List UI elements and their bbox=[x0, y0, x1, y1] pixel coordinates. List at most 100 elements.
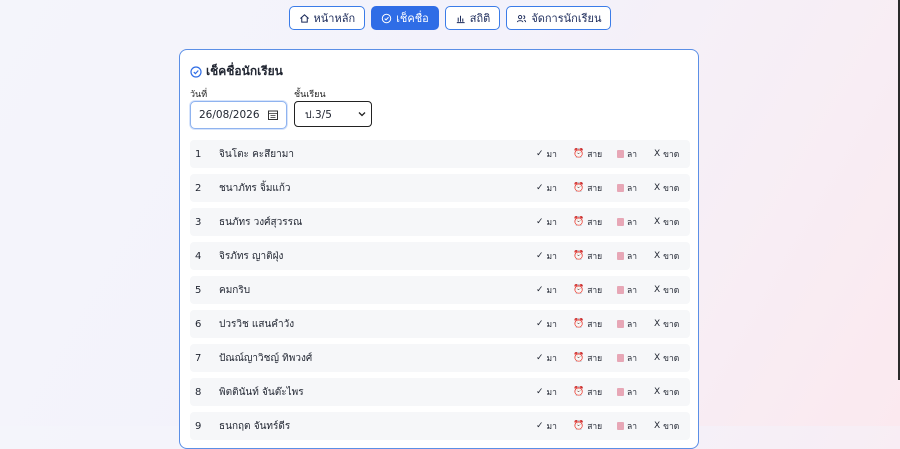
student-row: 1 จินโตะ คะสึยามา ✓ มา ⏰ สาย ลา X ขาด bbox=[190, 140, 690, 168]
absent-option[interactable]: X ขาด bbox=[654, 215, 679, 229]
leave-option[interactable]: ลา bbox=[617, 249, 654, 263]
present-option[interactable]: ✓ มา bbox=[536, 249, 573, 263]
student-name: ชนาภัทร จิ้มแก้ว bbox=[219, 182, 291, 194]
late-option[interactable]: ⏰ สาย bbox=[573, 385, 617, 399]
student-name: ธนภัทร วงศ์สุวรรณ bbox=[219, 216, 303, 228]
student-row: 6 ปวรวิช แสนคำวัง ✓ มา ⏰ สาย ลา X ขาด bbox=[190, 310, 690, 338]
student-name: ธนกฤต จันทร์ดีร bbox=[219, 420, 291, 432]
late-option[interactable]: ⏰ สาย bbox=[573, 317, 617, 331]
late-option[interactable]: ⏰ สาย bbox=[573, 215, 617, 229]
absent-option[interactable]: X ขาด bbox=[654, 385, 680, 399]
attendance-options: ✓ มา ⏰ สาย ลา X ขาด bbox=[536, 181, 679, 195]
nav-stats-button[interactable]: สถิติ bbox=[444, 6, 501, 30]
leave-option[interactable]: ลา bbox=[617, 351, 654, 365]
late-label: สาย bbox=[587, 422, 603, 432]
x-mark-icon: X bbox=[654, 149, 661, 159]
attendance-options: ✓ มา ⏰ สาย ลา X ขาด bbox=[536, 249, 679, 263]
absent-option[interactable]: X ขาด bbox=[654, 317, 679, 331]
leave-option[interactable]: ลา bbox=[617, 385, 654, 399]
calendar-icon[interactable] bbox=[268, 110, 278, 120]
student-number: 5 bbox=[195, 284, 202, 296]
memo-icon bbox=[617, 218, 624, 226]
attendance-options: ✓ มา ⏰ สาย ลา X ขาด bbox=[536, 419, 679, 433]
late-option[interactable]: ⏰ สาย bbox=[573, 249, 617, 263]
nav-stats-label: สถิติ bbox=[469, 12, 491, 25]
present-option[interactable]: ✓ มา bbox=[536, 181, 573, 195]
date-field[interactable]: 26/08/2026 bbox=[190, 101, 287, 129]
student-number: 1 bbox=[195, 148, 202, 160]
present-option[interactable]: ✓ มา bbox=[536, 385, 573, 399]
memo-icon bbox=[617, 422, 624, 430]
class-select[interactable]: ป.3/5 bbox=[294, 101, 372, 127]
leave-option[interactable]: ลา bbox=[617, 181, 654, 195]
present-option[interactable]: ✓ มา bbox=[536, 351, 573, 365]
absent-label: ขาด bbox=[663, 150, 680, 160]
late-option[interactable]: ⏰ สาย bbox=[573, 351, 617, 365]
alarm-clock-icon: ⏰ bbox=[573, 421, 585, 431]
x-mark-icon: X bbox=[654, 183, 661, 193]
student-row: 9 ธนกฤต จันทร์ดีร ✓ มา ⏰ สาย ลา X ขาด bbox=[190, 412, 690, 440]
leave-option[interactable]: ลา bbox=[617, 215, 654, 229]
absent-option[interactable]: X ขาด bbox=[654, 181, 679, 195]
check-mark-icon: ✓ bbox=[536, 285, 544, 295]
check-mark-icon: ✓ bbox=[536, 353, 544, 363]
memo-icon bbox=[617, 150, 624, 158]
student-row: 4 จิรภัทร ญาติฝุ่ง ✓ มา ⏰ สาย ลา X ขาด bbox=[190, 242, 690, 270]
leave-label: ลา bbox=[627, 218, 637, 228]
chevron-down-icon bbox=[358, 112, 366, 117]
late-label: สาย bbox=[587, 150, 603, 160]
present-option[interactable]: ✓ มา bbox=[536, 317, 573, 331]
absent-option[interactable]: X ขาด bbox=[654, 147, 680, 161]
late-option[interactable]: ⏰ สาย bbox=[573, 283, 617, 297]
nav-check-button[interactable]: เช็คชื่อ bbox=[371, 6, 439, 30]
leave-option[interactable]: ลา bbox=[617, 147, 654, 161]
late-label: สาย bbox=[587, 218, 603, 228]
present-label: มา bbox=[546, 252, 557, 262]
check-mark-icon: ✓ bbox=[536, 217, 544, 227]
memo-icon bbox=[617, 286, 624, 294]
present-option[interactable]: ✓ มา bbox=[536, 215, 573, 229]
leave-option[interactable]: ลา bbox=[617, 283, 654, 297]
nav-home-button[interactable]: หน้าหลัก bbox=[288, 6, 366, 30]
leave-label: ลา bbox=[627, 150, 637, 160]
absent-option[interactable]: X ขาด bbox=[654, 419, 679, 433]
student-name: พิตตินันท์ จันต๊ะไพร bbox=[219, 386, 304, 398]
home-icon bbox=[299, 13, 309, 23]
leave-option[interactable]: ลา bbox=[617, 419, 654, 433]
present-option[interactable]: ✓ มา bbox=[536, 419, 573, 433]
present-label: มา bbox=[546, 184, 557, 194]
student-list: 1 จินโตะ คะสึยามา ✓ มา ⏰ สาย ลา X ขาด 2 ชนาภัทร จิ… bbox=[190, 140, 690, 446]
student-number: 4 bbox=[195, 250, 202, 262]
check-mark-icon: ✓ bbox=[536, 149, 544, 159]
absent-option[interactable]: X ขาด bbox=[654, 249, 679, 263]
alarm-clock-icon: ⏰ bbox=[573, 251, 585, 261]
x-mark-icon: X bbox=[654, 353, 661, 363]
student-name: จิรภัทร ญาติฝุ่ง bbox=[219, 250, 284, 262]
memo-icon bbox=[617, 320, 624, 328]
present-label: มา bbox=[546, 354, 557, 364]
check-mark-icon: ✓ bbox=[536, 183, 544, 193]
late-option[interactable]: ⏰ สาย bbox=[573, 147, 617, 161]
date-value: 26/08/2026 bbox=[199, 109, 260, 121]
attendance-options: ✓ มา ⏰ สาย ลา X ขาด bbox=[536, 283, 679, 297]
present-label: มา bbox=[546, 218, 557, 228]
bar-chart-icon bbox=[456, 15, 465, 23]
absent-option[interactable]: X ขาด bbox=[654, 351, 679, 365]
leave-option[interactable]: ลา bbox=[617, 317, 654, 331]
absent-label: ขาด bbox=[663, 388, 680, 398]
card-title-text: เช็คชื่อนักเรียน bbox=[206, 64, 283, 78]
leave-label: ลา bbox=[627, 286, 637, 296]
nav-students-button[interactable]: จัดการนักเรียน bbox=[506, 6, 612, 30]
absent-option[interactable]: X ขาด bbox=[654, 283, 679, 297]
alarm-clock-icon: ⏰ bbox=[573, 149, 585, 159]
late-option[interactable]: ⏰ สาย bbox=[573, 419, 617, 433]
nav-students-label: จัดการนักเรียน bbox=[531, 12, 602, 25]
check-mark-icon: ✓ bbox=[536, 251, 544, 261]
late-option[interactable]: ⏰ สาย bbox=[573, 181, 617, 195]
student-name: ปวรวิช แสนคำวัง bbox=[219, 318, 295, 330]
present-option[interactable]: ✓ มา bbox=[536, 283, 573, 297]
nav-check-label: เช็คชื่อ bbox=[396, 12, 429, 25]
present-option[interactable]: ✓ มา bbox=[536, 147, 573, 161]
leave-label: ลา bbox=[627, 184, 637, 194]
alarm-clock-icon: ⏰ bbox=[573, 319, 585, 329]
